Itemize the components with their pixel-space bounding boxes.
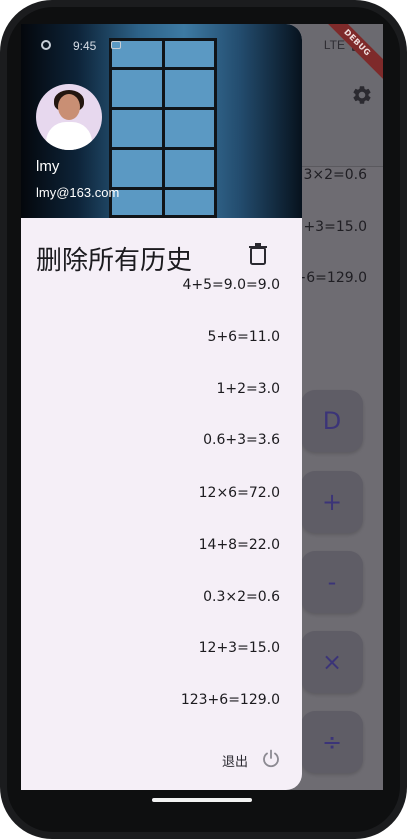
power-icon[interactable] — [261, 749, 281, 769]
key-minus[interactable]: - — [301, 551, 363, 613]
drawer-header: 9:45 lmy lmy@163.com — [21, 24, 302, 218]
home-indicator[interactable] — [152, 798, 252, 802]
header-background-image — [109, 38, 217, 218]
key-multiply[interactable]: × — [301, 631, 363, 693]
key-divide[interactable]: ÷ — [301, 711, 363, 773]
user-name: lmy — [36, 158, 60, 175]
history-item[interactable]: 12×6=72.0 — [199, 485, 280, 501]
history-item[interactable]: 4+5=9.0=9.0 — [182, 277, 280, 293]
history-item[interactable]: 12+3=15.0 — [199, 640, 280, 656]
notification-icon — [41, 40, 51, 50]
clear-history-title[interactable]: 删除所有历史 — [36, 240, 192, 277]
phone-frame: LTE 0.3×2=0.6 2+3=15.0 +6=129.0 D + - × … — [0, 0, 407, 839]
logout-label[interactable]: 退出 — [222, 751, 248, 770]
screen: LTE 0.3×2=0.6 2+3=15.0 +6=129.0 D + - × … — [21, 24, 383, 790]
history-item-bg: +6=129.0 — [294, 270, 367, 286]
user-email: lmy@163.com — [36, 185, 120, 200]
status-time: 9:45 — [73, 39, 97, 53]
navigation-drawer: 9:45 lmy lmy@163.com 删除所有历史 4+5=9.0=9.0 … — [21, 24, 302, 790]
history-item-bg: 2+3=15.0 — [294, 219, 367, 235]
history-item[interactable]: 0.3×2=0.6 — [203, 589, 280, 605]
debug-banner: DEBUG — [313, 24, 383, 94]
history-item[interactable]: 0.6+3=3.6 — [203, 432, 280, 448]
key-plus[interactable]: + — [301, 471, 363, 533]
avatar[interactable] — [36, 84, 102, 150]
debug-banner-label: DEBUG — [318, 24, 383, 82]
trash-icon[interactable] — [249, 243, 267, 265]
history-item[interactable]: 14+8=22.0 — [199, 537, 280, 553]
history-item[interactable]: 1+2=3.0 — [216, 381, 280, 397]
key-delete[interactable]: D — [301, 390, 363, 452]
mail-icon — [111, 41, 121, 49]
history-item[interactable]: 123+6=129.0 — [181, 692, 280, 708]
history-item[interactable]: 5+6=11.0 — [208, 329, 280, 345]
